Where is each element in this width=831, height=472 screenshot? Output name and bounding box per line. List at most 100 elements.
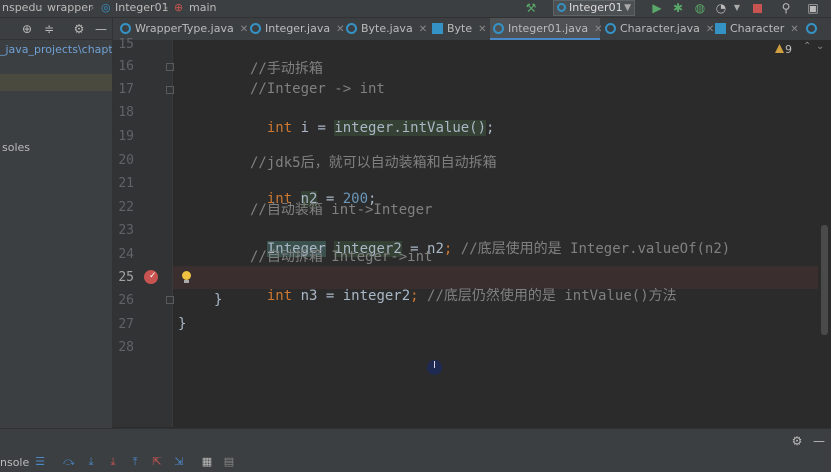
chevron-up-icon[interactable]: ⌃ [803,41,811,52]
breadcrumb-separator: › [164,1,169,14]
coverage-icon[interactable]: ◍ [693,0,707,16]
breakpoint-icon[interactable]: ✓ [144,270,158,284]
code-expression: integer.intValue() [334,120,487,136]
code-line: //自动拆箱 Integer->int [250,249,433,265]
tab-byte-java[interactable]: Byte.java ✕ [343,18,427,40]
chevron-down-icon: ▼ [624,3,631,13]
navigation-bar: nspedu › wrapper › ◎ Integer01 › ⊕ main … [0,0,831,18]
console-tab[interactable]: nsole [0,456,29,469]
editor-tabs: WrapperType.java ✕ Integer.java ✕ Byte.jav… [113,18,831,41]
run-configuration-select[interactable]: Integer01 ▼ [553,0,635,16]
project-toolbar: ⊕ ≑ ⚙ — [0,18,112,40]
tab-integer01-java[interactable]: Integer01.java ✕ [490,18,603,40]
minimize-icon[interactable]: — [812,433,826,449]
tab-integer-java[interactable]: Integer.java ✕ [247,18,345,40]
breadcrumb-module[interactable]: nspedu [2,1,42,14]
code-line: //自动装箱 int->Integer [250,202,433,218]
line-number: 18 [118,105,134,120]
collapse-all-icon[interactable]: ≑ [42,21,56,37]
code-comment: //底层仍然使用的是 intValue()方法 [427,288,677,304]
stop-icon[interactable] [750,0,764,16]
scratches-consoles-row[interactable]: soles [2,139,114,156]
breadcrumb-class[interactable]: Integer01 [115,1,169,14]
method-icon: ⊕ [174,1,184,14]
tab-character-java[interactable]: Character.java ✕ [602,18,714,40]
close-icon[interactable]: ✕ [478,24,486,35]
code-comment: //底层使用的是 Integer.valueOf(n2) [460,241,731,257]
class-icon: ◎ [101,1,111,14]
tab-label: WrapperType.java [135,22,234,35]
menu-lines-icon[interactable]: ☰ [33,455,47,469]
warnings-count[interactable]: 9 [785,43,792,56]
step-into-icon[interactable]: ⤓ [84,455,98,469]
close-icon[interactable]: ✕ [790,24,798,35]
minimize-icon[interactable]: — [94,21,108,37]
code-line: //Integer -> int [250,81,385,97]
tab-overflow[interactable] [803,18,831,40]
close-icon[interactable]: ✕ [419,24,427,35]
chevron-down-icon[interactable]: ▼ [730,0,744,16]
run-to-cursor-icon[interactable]: ⇲ [172,455,186,469]
build-hammer-icon[interactable]: ⚒ [524,0,538,16]
run-icon[interactable]: ▶ [650,0,664,16]
line-number: 19 [118,129,134,144]
tab-character-class[interactable]: Character ✕ [712,18,802,40]
line-number: 26 [118,293,134,308]
fold-marker-icon[interactable] [166,63,174,71]
tab-label: Byte.java [361,22,413,35]
keyword-int: int [266,120,293,136]
class-icon [493,23,504,34]
step-over-icon[interactable]: ⤼ [62,455,76,469]
fold-marker-icon[interactable] [166,296,174,304]
mouse-cursor-icon: I [427,360,442,375]
run-configuration-label: Integer01 [569,1,623,14]
locate-target-icon[interactable]: ⊕ [20,21,34,37]
keyword-int: int [266,288,293,304]
line-number: 20 [118,153,134,168]
checkmark-icon: ✓ [149,271,157,281]
layout-icon[interactable]: ▣ [806,0,820,16]
drop-frame-icon[interactable]: ⇱ [150,455,164,469]
project-path-row[interactable]: _java_projects\chapter [0,41,112,58]
line-number: 15 [118,37,134,52]
code-line: int i = integer.intValue(); [266,120,495,136]
scrollbar-thumb[interactable] [821,225,828,335]
project-panel: ⊕ ≑ ⚙ — _java_projects\chapter soles [0,18,113,428]
bottom-tool-window: ⚙ — nsole ☰ ⤼ ⤓ ⤓ ⤒ ⇱ ⇲ ▦ ▤ [0,428,831,472]
tab-label: Integer01.java [508,22,589,35]
trace-icon[interactable]: ▤ [222,455,236,469]
profile-icon[interactable]: ◔ [714,0,728,16]
class-icon [120,23,131,34]
breadcrumb-method[interactable]: main [189,1,216,14]
tab-label: Integer.java [265,22,331,35]
tab-byte-class[interactable]: Byte ✕ [429,18,489,40]
gear-icon[interactable]: ⚙ [790,433,804,449]
project-selected-row[interactable] [0,74,112,91]
debug-icon[interactable]: ✱ [671,0,685,16]
code-line: //手动拆箱 [250,61,323,77]
line-number: 17 [118,82,134,97]
class-icon [346,23,357,34]
editor-scrollbar[interactable] [818,40,831,427]
breadcrumb-package[interactable]: wrapper [47,1,93,14]
tab-wrappertype[interactable]: WrapperType.java ✕ [117,18,248,40]
compiled-class-icon [432,23,443,34]
vcs-icon[interactable]: ⚲ [779,0,793,16]
lightbulb-icon[interactable] [182,271,192,283]
gear-icon[interactable]: ⚙ [72,21,86,37]
evaluate-icon[interactable]: ▦ [200,455,214,469]
force-step-into-icon[interactable]: ⤓ [106,455,120,469]
line-number: 22 [118,200,134,215]
fold-marker-icon[interactable] [166,86,174,94]
chevron-down-icon[interactable]: ⌄ [816,41,824,52]
line-number: 24 [118,247,134,262]
line-number-current: 25 [118,270,134,285]
tab-label: Character [730,22,785,35]
code-line: } [214,292,223,308]
breadcrumb-separator: › [90,1,95,14]
step-out-icon[interactable]: ⤒ [128,455,142,469]
breadcrumb-separator: › [38,1,43,14]
class-icon [557,3,566,12]
class-icon [806,23,817,34]
class-icon [605,23,616,34]
